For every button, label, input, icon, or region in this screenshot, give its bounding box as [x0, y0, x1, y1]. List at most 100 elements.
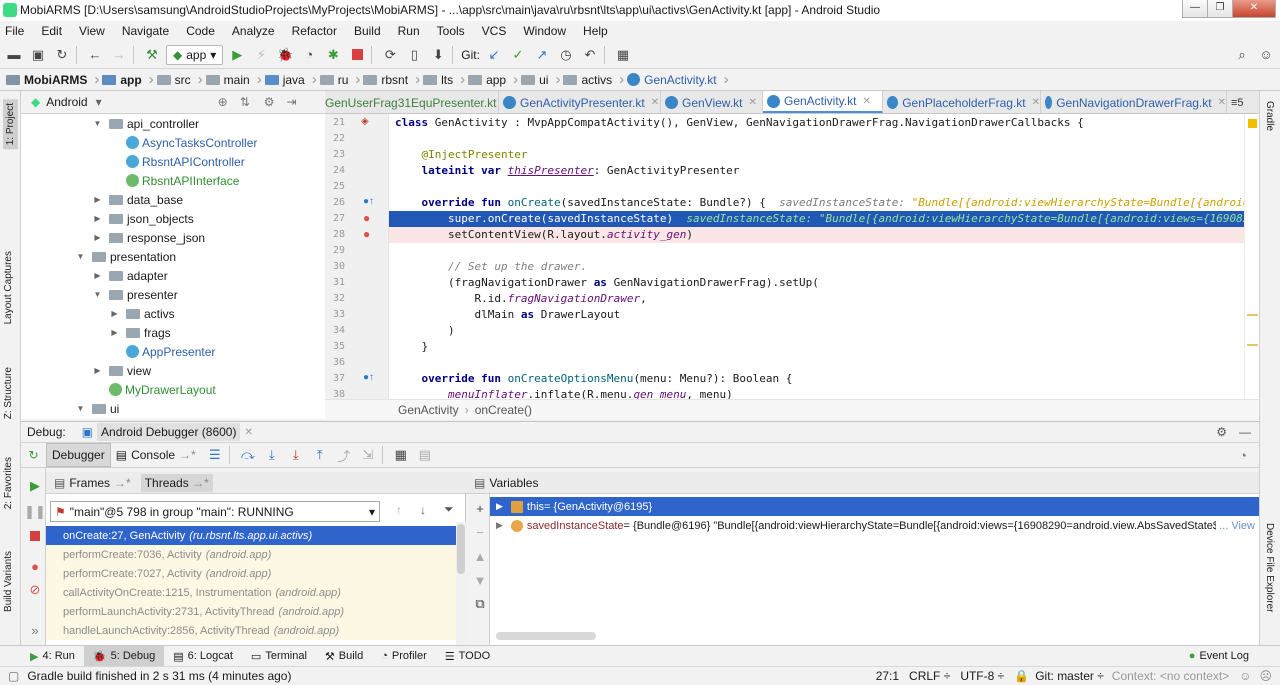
expanded-arrow-icon[interactable]: ▼	[93, 119, 102, 128]
menu-help[interactable]: Help	[578, 24, 608, 38]
breadcrumb-activs[interactable]: activs	[557, 69, 624, 91]
tool-build[interactable]: ⚒ Build	[316, 646, 372, 666]
git-push-icon[interactable]: ↗	[532, 45, 552, 65]
tab-genview[interactable]: GenView.kt ✕	[661, 91, 763, 113]
drop-frame-icon[interactable]: ⤴	[334, 445, 354, 465]
avd-manager-icon[interactable]: ▯	[404, 45, 424, 65]
tree-node[interactable]: ▶ response_json	[93, 228, 205, 247]
memory-indicator-icon[interactable]: ◔	[1233, 445, 1253, 465]
tree-node[interactable]: ▶ data_base	[93, 190, 183, 209]
close-tab-icon[interactable]: ✕	[748, 97, 756, 108]
collapsed-arrow-icon[interactable]: ▶	[93, 366, 102, 375]
menu-edit[interactable]: Edit	[36, 24, 62, 38]
step-over-icon[interactable]: ⤼	[238, 445, 258, 465]
tree-node[interactable]: AppPresenter	[110, 342, 215, 361]
stack-frame[interactable]: performCreate:7027, Activity (android.app…	[46, 564, 456, 583]
stack-frame[interactable]: handleLaunchActivity:2856, ActivityThrea…	[46, 621, 456, 640]
menu-view[interactable]: View	[74, 24, 105, 38]
tree-node[interactable]: ▼ presenter	[93, 285, 178, 304]
forward-arrow-icon[interactable]: →	[109, 45, 129, 65]
context-indicator[interactable]: Context: <no context>	[1112, 669, 1229, 683]
sync-icon[interactable]: ↻	[52, 45, 72, 65]
breadcrumb-project[interactable]: MobiARMS	[0, 69, 100, 91]
editor-gutter[interactable]: 21 22 23 24 25 26 27 28 29 30 31 32 33 3…	[325, 114, 389, 399]
view-breakpoints-icon[interactable]: ●	[25, 556, 45, 576]
tool-debug[interactable]: 🐞 5: Debug	[83, 646, 165, 666]
git-revert-icon[interactable]: ↶	[580, 45, 600, 65]
run-to-cursor-icon[interactable]: ⇲	[358, 445, 378, 465]
tree-node[interactable]: ▼ presentation	[76, 247, 177, 266]
tool-profiler[interactable]: ◔ Profiler	[372, 646, 436, 666]
menu-refactor[interactable]: Refactor	[287, 24, 337, 38]
variable-row[interactable]: ▶ savedInstanceState = {Bundle@6196} "Bun…	[490, 516, 1259, 535]
menu-file[interactable]: File	[0, 24, 24, 38]
breadcrumb-src[interactable]: src	[151, 69, 203, 91]
editor-scrollbar[interactable]	[1244, 114, 1259, 399]
expanded-arrow-icon[interactable]: ▼	[76, 404, 85, 413]
gradle-tool-tab[interactable]: Gradle	[1264, 101, 1275, 131]
editor-breadcrumb-class[interactable]: GenActivity	[398, 403, 459, 417]
tab-genuserfrag31equpresenter[interactable]: GenUserFrag31EquPresenter.kt	[325, 91, 499, 113]
hector-icon[interactable]: ☺	[1239, 669, 1251, 683]
breadcrumb-app-package[interactable]: app	[462, 69, 518, 91]
caret-position[interactable]: 27:1	[876, 669, 899, 683]
maximize-button[interactable]: ❐	[1207, 0, 1233, 18]
tree-node[interactable]: ▼ ui	[76, 399, 120, 418]
show-execution-point-icon[interactable]: ☰	[205, 445, 225, 465]
stack-frame[interactable]: onCreate:27, GenActivity (ru.rbsnt.lts.ap…	[46, 526, 456, 545]
view-value-link[interactable]: ... View	[1216, 519, 1255, 532]
mute-breakpoints-icon[interactable]: ⊘	[25, 580, 45, 600]
apply-changes-icon[interactable]: ⚡	[251, 45, 271, 65]
override-marker-icon[interactable]: ●↑	[363, 196, 374, 207]
menu-window[interactable]: Window	[518, 24, 566, 38]
gear-icon[interactable]: ⚙	[264, 95, 275, 109]
code-editor[interactable]: class GenActivity : MvpAppCompatActivity…	[389, 114, 1244, 399]
tree-node[interactable]: ▶ frags	[110, 323, 170, 342]
analysis-status-icon[interactable]	[1248, 119, 1257, 128]
expanded-arrow-icon[interactable]: ▼	[93, 290, 102, 299]
debug-icon[interactable]: 🐞	[275, 45, 295, 65]
close-tab-icon[interactable]: ✕	[651, 97, 659, 108]
close-tab-icon[interactable]: ✕	[1218, 97, 1226, 108]
tool-event-log[interactable]: ● Event Log	[1180, 646, 1258, 666]
scrollbar-thumb[interactable]	[457, 524, 465, 574]
step-out-icon[interactable]: ⤒	[310, 445, 330, 465]
save-all-icon[interactable]: ▣	[28, 45, 48, 65]
previous-frame-icon[interactable]: ↑	[396, 503, 402, 517]
pin-icon[interactable]: →*	[114, 476, 131, 490]
close-button[interactable]: ✕	[1232, 0, 1276, 18]
collapsed-arrow-icon[interactable]: ▶	[93, 233, 102, 242]
hide-panel-icon[interactable]: ⇥	[287, 95, 297, 109]
status-icon[interactable]: ▢	[8, 669, 19, 683]
tree-node[interactable]: ▶ activs	[110, 304, 174, 323]
collapsed-arrow-icon[interactable]: ▶	[110, 328, 119, 337]
tree-node[interactable]: ▶ json_objects	[93, 209, 193, 228]
menu-code[interactable]: Code	[181, 24, 215, 38]
stack-frame[interactable]: callActivityOnCreate:1215, Instrumentati…	[46, 583, 456, 602]
breakpoint-icon[interactable]: ●	[363, 211, 370, 225]
layout-captures-tool-tab[interactable]: Layout Captures	[3, 251, 14, 324]
pause-icon[interactable]: ❚❚	[24, 502, 46, 522]
breadcrumb-rbsnt[interactable]: rbsnt	[357, 69, 420, 91]
stop-icon[interactable]	[347, 45, 367, 65]
rerun-icon[interactable]: ↻	[21, 448, 46, 462]
collapsed-arrow-icon[interactable]: ▶	[93, 195, 102, 204]
line-separator[interactable]: CRLF ÷	[909, 669, 950, 683]
breadcrumb-lts[interactable]: lts	[417, 69, 465, 91]
menu-vcs[interactable]: VCS	[477, 24, 507, 38]
move-down-icon[interactable]: ▼	[470, 570, 490, 590]
project-view-select[interactable]: Android	[46, 95, 87, 109]
pin-icon[interactable]: →*	[179, 448, 196, 462]
tab-debugger[interactable]: Debugger	[46, 443, 111, 467]
open-folder-icon[interactable]: ▬	[4, 45, 24, 65]
tree-node[interactable]: RbsntAPIController	[110, 152, 245, 171]
menu-analyze[interactable]: Analyze	[227, 24, 275, 38]
horizontal-scrollbar-thumb[interactable]	[496, 632, 596, 640]
new-watch-icon[interactable]: +	[470, 498, 490, 518]
move-up-icon[interactable]: ▲	[470, 546, 490, 566]
more-icon[interactable]: »	[25, 620, 45, 640]
project-structure-icon[interactable]: ▦	[613, 45, 633, 65]
stack-frame[interactable]: performCreate:7036, Activity (android.app…	[46, 545, 456, 564]
tree-node[interactable]: MyDrawerLayout	[93, 380, 216, 399]
override-marker-icon[interactable]: ●↑	[363, 372, 374, 383]
